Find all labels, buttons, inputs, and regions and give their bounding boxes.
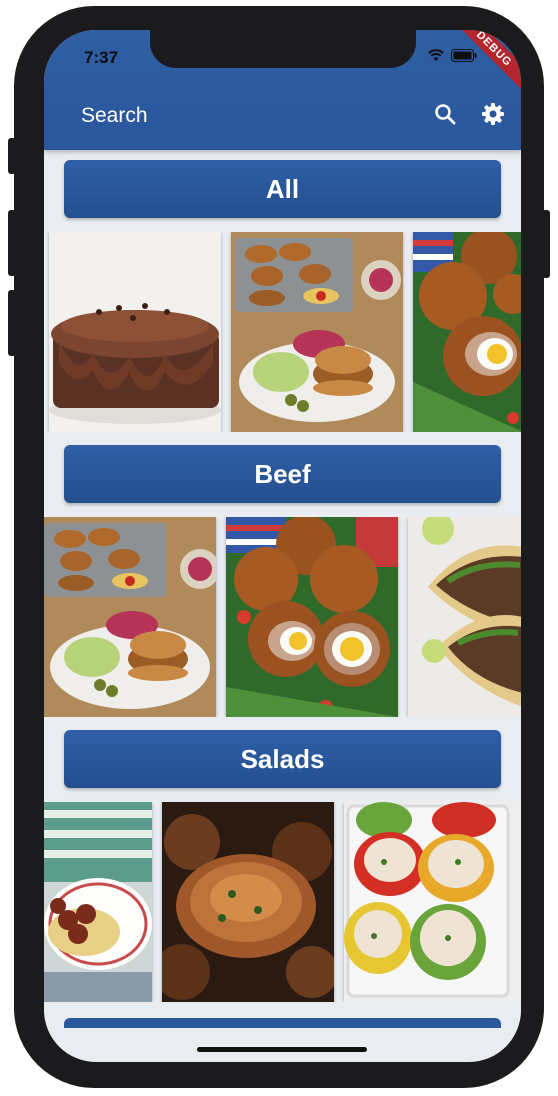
settings-button[interactable] — [479, 102, 507, 130]
search-button[interactable] — [431, 102, 459, 130]
status-time: 7:37 — [84, 48, 119, 67]
image-strip-salads — [44, 802, 521, 1002]
category-list: All Beef Salads — [44, 150, 521, 1005]
category-button-all[interactable]: All — [64, 160, 501, 218]
notch — [150, 30, 416, 68]
image-strip-all — [44, 232, 521, 432]
image-strip-beef — [44, 517, 521, 717]
app-bar: 7:37 DEBUG Search — [44, 30, 521, 150]
food-image-burgers[interactable] — [231, 232, 403, 432]
food-image-scotch-eggs[interactable] — [413, 232, 521, 432]
food-image-chocolate-pancakes[interactable] — [49, 232, 221, 432]
home-indicator — [197, 1047, 367, 1052]
category-button-beef[interactable]: Beef — [64, 445, 501, 503]
food-image-glazed-potatoes[interactable] — [162, 802, 334, 1002]
battery-icon — [451, 48, 477, 67]
food-image-burgers[interactable] — [44, 517, 216, 717]
food-image-stuffed-peppers[interactable] — [344, 802, 521, 1002]
category-section-salads: Salads — [44, 720, 521, 1005]
category-section-beef: Beef — [44, 435, 521, 720]
category-button-salads[interactable]: Salads — [64, 730, 501, 788]
gear-icon — [481, 102, 505, 131]
food-image-tacos[interactable] — [408, 517, 521, 717]
food-image-spaghetti-meatballs[interactable] — [44, 802, 152, 1002]
app-bar-actions — [431, 102, 507, 130]
screen: 7:37 DEBUG Search All Beef Salads — [44, 30, 521, 1062]
wifi-icon — [427, 48, 445, 67]
app-bar-title: Search — [81, 104, 148, 127]
search-icon — [434, 103, 456, 130]
food-image-scotch-eggs[interactable] — [226, 517, 398, 717]
status-icons — [427, 48, 477, 67]
category-section-all: All — [44, 150, 521, 435]
next-category-button-edge — [64, 1018, 501, 1028]
